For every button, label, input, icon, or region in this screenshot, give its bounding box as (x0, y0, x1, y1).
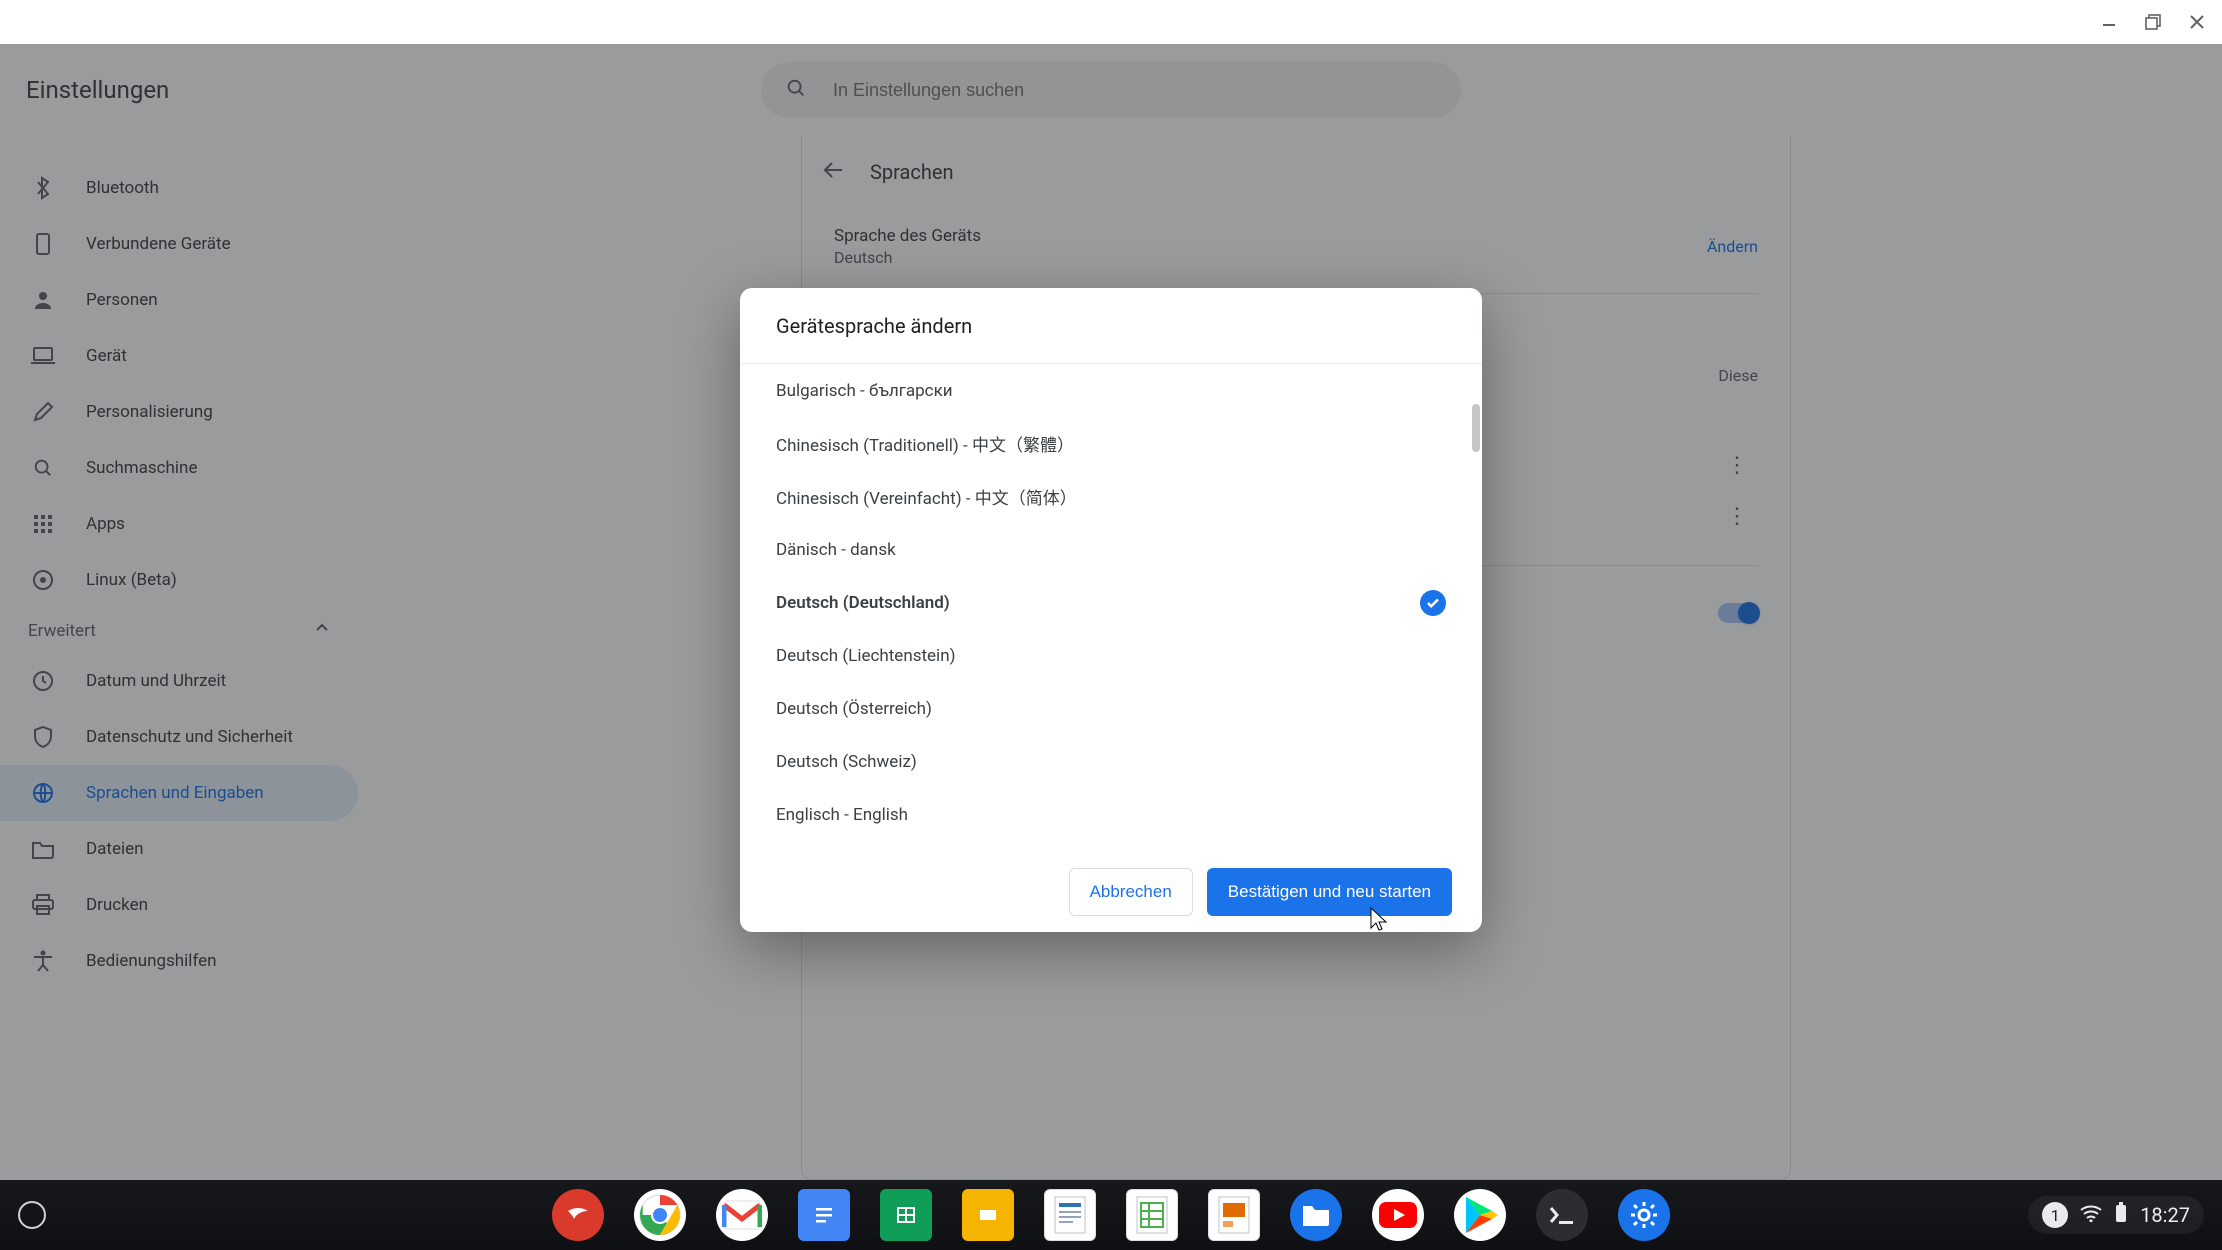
app-stadia-icon[interactable] (552, 1189, 604, 1241)
language-option-label: Dänisch - dansk (776, 540, 896, 560)
app-files-icon[interactable] (1290, 1189, 1342, 1241)
wifi-icon (2080, 1204, 2102, 1226)
language-list[interactable]: Bulgarisch - български Chinesisch (Tradi… (740, 364, 1482, 852)
confirm-button[interactable]: Bestätigen und neu starten (1207, 868, 1452, 916)
window-titlebar (0, 0, 2222, 44)
notification-count[interactable]: 1 (2042, 1202, 2068, 1228)
launcher-icon[interactable] (18, 1201, 46, 1229)
language-option-label: Deutsch (Liechtenstein) (776, 646, 956, 666)
language-option[interactable]: Deutsch (Österreich) (740, 682, 1482, 735)
status-tray[interactable]: 1 18:27 (2028, 1196, 2204, 1234)
language-option-label: Deutsch (Deutschland) (776, 593, 950, 613)
app-lo-calc-icon[interactable] (1126, 1189, 1178, 1241)
language-option[interactable]: Chinesisch (Vereinfacht) - 中文（简体） (740, 470, 1482, 523)
scrollbar-thumb[interactable] (1472, 404, 1480, 452)
app-terminal-icon[interactable] (1536, 1189, 1588, 1241)
language-option-label: Deutsch (Schweiz) (776, 752, 917, 772)
app-play-icon[interactable] (1454, 1189, 1506, 1241)
language-option[interactable]: Bulgarisch - български (740, 364, 1482, 417)
app-chrome-icon[interactable] (634, 1189, 686, 1241)
window-restore-icon[interactable] (2142, 11, 2164, 33)
shelf: 1 18:27 (0, 1180, 2222, 1250)
language-option-label: Chinesisch (Vereinfacht) - 中文（简体） (776, 484, 1077, 509)
dialog-body: Bulgarisch - български Chinesisch (Tradi… (740, 364, 1482, 852)
language-option[interactable]: Dänisch - dansk (740, 523, 1482, 576)
app-docs-icon[interactable] (798, 1189, 850, 1241)
app-slides-icon[interactable] (962, 1189, 1014, 1241)
app-gmail-icon[interactable] (716, 1189, 768, 1241)
app-sheets-icon[interactable] (880, 1189, 932, 1241)
window-minimize-icon[interactable] (2098, 11, 2120, 33)
language-option-label: Englisch - English (776, 805, 908, 825)
language-option-label: Deutsch (Österreich) (776, 699, 932, 719)
dialog-footer: Abbrechen Bestätigen und neu starten (740, 852, 1482, 932)
list-fade (740, 826, 1482, 852)
status-clock: 18:27 (2140, 1203, 2190, 1227)
check-icon (1420, 590, 1446, 616)
language-option[interactable]: Deutsch (Schweiz) (740, 735, 1482, 788)
language-option-label: Chinesisch (Traditionell) - 中文（繁體） (776, 431, 1074, 456)
language-option[interactable]: Chinesisch (Traditionell) - 中文（繁體） (740, 417, 1482, 470)
language-option-label: Bulgarisch - български (776, 381, 953, 401)
app-youtube-icon[interactable] (1372, 1189, 1424, 1241)
battery-icon (2114, 1202, 2128, 1228)
app-lo-writer-icon[interactable] (1044, 1189, 1096, 1241)
shelf-apps (552, 1189, 1670, 1241)
change-language-dialog: Gerätesprache ändern Bulgarisch - българ… (740, 288, 1482, 932)
app-settings-icon[interactable] (1618, 1189, 1670, 1241)
cancel-button[interactable]: Abbrechen (1069, 868, 1193, 916)
dialog-title: Gerätesprache ändern (740, 288, 1482, 364)
language-option-selected[interactable]: Deutsch (Deutschland) (740, 576, 1482, 629)
language-option[interactable]: Deutsch (Liechtenstein) (740, 629, 1482, 682)
window-close-icon[interactable] (2186, 11, 2208, 33)
app-lo-impress-icon[interactable] (1208, 1189, 1260, 1241)
